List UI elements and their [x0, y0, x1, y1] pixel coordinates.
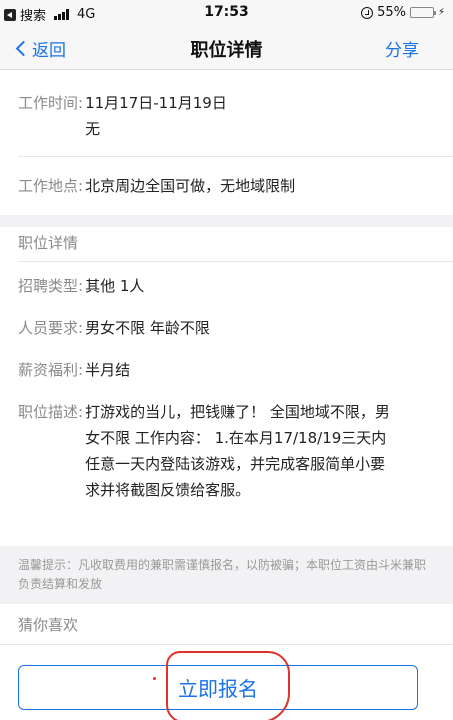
- status-right: 55% ⚡: [361, 5, 445, 20]
- work-place-label: 工作地点:: [18, 177, 84, 195]
- apply-now-button[interactable]: 立即报名: [18, 665, 418, 710]
- status-bar: 搜索 4G 17:53 55% ⚡: [0, 0, 453, 26]
- description-label: 职位描述:: [18, 403, 84, 421]
- warning-tip: 温馨提示：凡收取费用的兼职需谨慎报名，以防被骗；本职位工资由斗米兼职负责结算和发…: [0, 546, 453, 604]
- nav-bar: 返回 职位详情 分享: [0, 26, 453, 70]
- recruit-type-row: 招聘类型: 其他 1人: [18, 273, 144, 299]
- battery-icon: [409, 7, 436, 18]
- back-button[interactable]: 返回: [14, 36, 66, 61]
- work-time-value: 11月17日-11月19日 无: [85, 90, 227, 142]
- chevron-left-icon: [15, 40, 32, 57]
- work-time-extra: 无: [85, 120, 101, 138]
- description-value: 打游戏的当儿，把钱赚了！ 全国地域不限，男女不限 工作内容： 1.在本月17/1…: [85, 403, 390, 499]
- charging-icon: ⚡: [437, 7, 445, 18]
- requirement-label: 人员要求:: [18, 319, 84, 337]
- detail-section-title: 职位详情: [18, 234, 79, 252]
- bottom-bar: 立即报名: [0, 644, 453, 720]
- divider: [18, 261, 453, 262]
- share-button[interactable]: 分享: [385, 36, 419, 61]
- work-time-label: 工作时间:: [18, 94, 84, 112]
- work-time-dates: 11月17日-11月19日: [85, 94, 227, 112]
- requirement-row: 人员要求: 男女不限 年龄不限: [18, 315, 210, 341]
- guess-you-like-title: 猜你喜欢: [18, 616, 79, 634]
- orientation-lock-icon: [361, 6, 374, 19]
- battery-percent: 55%: [377, 5, 406, 20]
- recruit-type-label: 招聘类型:: [18, 277, 84, 295]
- requirement-value: 男女不限 年龄不限: [85, 319, 210, 337]
- annotation-dot: [153, 677, 156, 680]
- description-row: 职位描述: 打游戏的当儿，把钱赚了！ 全国地域不限，男女不限 工作内容： 1.在…: [18, 399, 397, 503]
- salary-label: 薪资福利:: [18, 361, 84, 379]
- section-gap: [0, 215, 453, 227]
- salary-value: 半月结: [85, 361, 131, 379]
- work-place-value: 北京周边全国可做，无地域限制: [85, 177, 296, 195]
- recruit-type-value: 其他 1人: [85, 277, 145, 295]
- back-label: 返回: [32, 41, 66, 61]
- work-time-row: 工作时间: 11月17日-11月19日 无: [18, 90, 227, 142]
- work-place-row: 工作地点: 北京周边全国可做，无地域限制: [18, 173, 295, 199]
- salary-row: 薪资福利: 半月结: [18, 357, 130, 383]
- divider: [18, 156, 453, 157]
